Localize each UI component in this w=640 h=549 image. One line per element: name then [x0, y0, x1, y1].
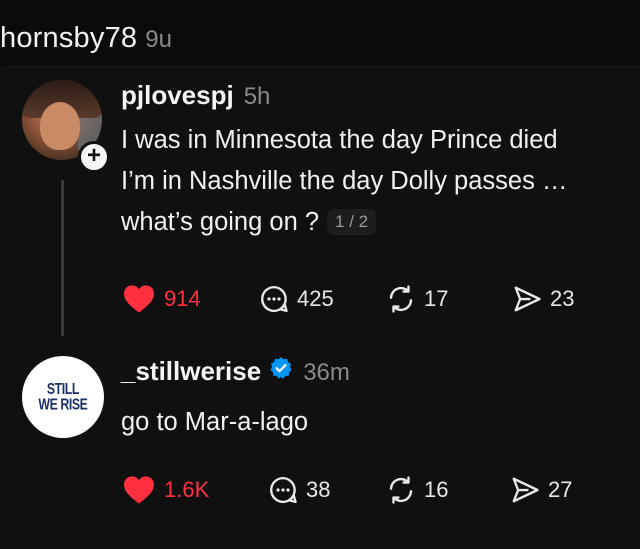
heart-icon — [124, 476, 154, 504]
like-count: 1.6K — [164, 477, 210, 502]
comment-icon — [261, 285, 288, 313]
share-count: 23 — [550, 286, 575, 311]
like-button[interactable]: 1.6K — [122, 475, 268, 505]
share-icon — [512, 477, 539, 503]
share-button[interactable]: 27 — [510, 475, 572, 505]
repost-count: 16 — [424, 477, 449, 502]
plus-icon[interactable]: + — [78, 141, 110, 173]
share-icon — [514, 286, 541, 312]
reply-post-2: _stillwerise 36m go to Mar-a-lago — [121, 356, 636, 443]
reply-text-line: what’s going on ? — [121, 208, 320, 236]
reply-username[interactable]: _stillwerise — [121, 356, 261, 387]
repost-count: 17 — [424, 286, 449, 311]
avatar[interactable]: STILL WE RISE — [22, 356, 104, 438]
repost-button[interactable]: 16 — [386, 475, 510, 505]
reply-actions-2: 1.6K 38 16 27 — [122, 475, 572, 505]
reply-text-line: I was in Minnesota the day Prince died — [121, 126, 558, 154]
reply-time: 5h — [243, 83, 271, 110]
reply-actions-1: 914 425 17 23 — [122, 284, 574, 314]
verified-badge-icon — [270, 357, 292, 379]
reply-text-line: I’m in Nashville the day Dolly passes … — [121, 167, 568, 195]
comment-icon — [270, 476, 297, 504]
repost-icon — [389, 285, 413, 313]
avatar-logo: STILL WE RISE — [38, 380, 88, 414]
comment-count: 425 — [297, 286, 334, 311]
reply-text: I was in Minnesota the day Prince died I… — [121, 120, 636, 243]
reply-post-1: pjlovespj 5h I was in Minnesota the day … — [121, 80, 636, 243]
share-button[interactable]: 23 — [512, 284, 574, 314]
reply-time: 36m — [303, 359, 350, 386]
heart-icon — [124, 285, 154, 313]
repost-button[interactable]: 17 — [386, 284, 512, 314]
thread-counter-badge: 1 / 2 — [327, 209, 377, 235]
comment-button[interactable]: 425 — [259, 284, 386, 314]
repost-icon — [389, 476, 413, 504]
like-count: 914 — [164, 286, 201, 311]
comment-count: 38 — [306, 477, 331, 502]
reply-text: go to Mar-a-lago — [121, 408, 309, 436]
thread-connector-line — [61, 180, 64, 336]
thread-time: 9u — [145, 26, 172, 53]
thread-username[interactable]: hornsby78 — [0, 22, 137, 55]
share-count: 27 — [548, 477, 573, 502]
reply-username[interactable]: pjlovespj — [121, 80, 234, 111]
comment-button[interactable]: 38 — [268, 475, 386, 505]
like-button[interactable]: 914 — [122, 284, 259, 314]
thread-header: hornsby78 9u — [0, 22, 172, 62]
